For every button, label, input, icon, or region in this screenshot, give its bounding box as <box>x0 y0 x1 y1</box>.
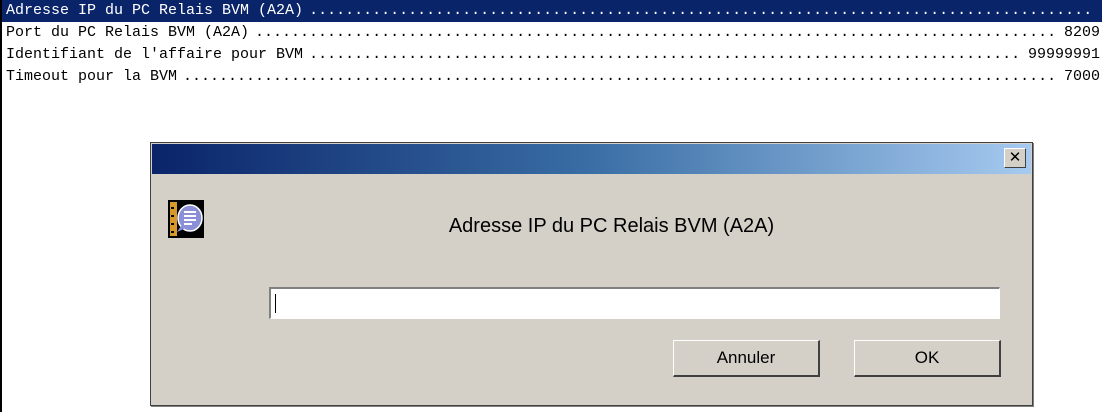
setting-value: 8209 <box>1063 24 1100 41</box>
ip-address-input[interactable] <box>269 287 1000 319</box>
settings-list: Adresse IP du PC Relais BVM (A2A) Port d… <box>2 0 1102 88</box>
setting-label: Timeout pour la BVM <box>6 68 178 85</box>
dialog-message: Adresse IP du PC Relais BVM (A2A) <box>448 215 775 237</box>
input-dialog: ✕ Adresse IP du PC Relais BVM (A2A) Annu… <box>150 142 1033 406</box>
setting-value: 7000 <box>1063 68 1100 85</box>
ok-button[interactable]: OK <box>854 340 1001 377</box>
leader-dots <box>255 22 1058 44</box>
setting-row-ip-address[interactable]: Adresse IP du PC Relais BVM (A2A) <box>2 0 1102 22</box>
leader-dots <box>309 0 1094 22</box>
setting-row-timeout[interactable]: Timeout pour la BVM 7000 <box>2 66 1102 88</box>
leader-dots <box>309 44 1022 66</box>
cancel-button[interactable]: Annuler <box>673 340 820 377</box>
setting-row-identifier[interactable]: Identifiant de l'affaire pour BVM 999999… <box>2 44 1102 66</box>
dialog-titlebar[interactable]: ✕ <box>152 144 1031 174</box>
close-button[interactable]: ✕ <box>1004 148 1026 168</box>
app-window: Adresse IP du PC Relais BVM (A2A) Port d… <box>0 0 1102 412</box>
close-icon: ✕ <box>1008 148 1022 166</box>
setting-value: 99999991 <box>1027 46 1100 63</box>
setting-label: Port du PC Relais BVM (A2A) <box>6 24 250 41</box>
setting-row-port[interactable]: Port du PC Relais BVM (A2A) 8209 <box>2 22 1102 44</box>
setting-label: Adresse IP du PC Relais BVM (A2A) <box>6 2 304 19</box>
text-caret <box>275 294 276 313</box>
message-icon <box>167 199 205 239</box>
setting-label: Identifiant de l'affaire pour BVM <box>6 46 304 63</box>
leader-dots <box>183 66 1058 88</box>
